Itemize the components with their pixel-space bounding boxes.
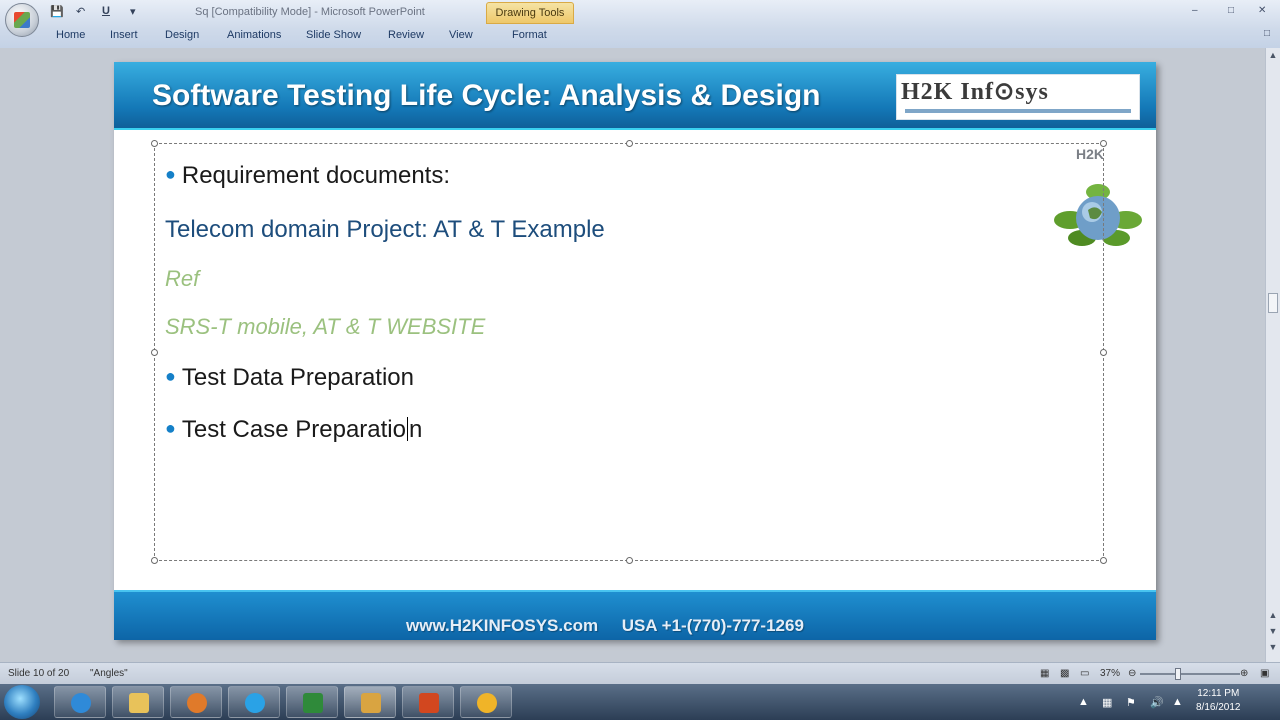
scroll-down-icon[interactable]: ▼ [1268,626,1278,636]
close-button[interactable]: ✕ [1258,5,1266,16]
scroll-up-icon[interactable]: ▲ [1268,610,1278,620]
resize-handle[interactable] [151,349,158,356]
maximize-button[interactable]: □ [1228,5,1234,16]
h2k-logo: H2K Inf⊙sys [896,74,1140,120]
skype-icon[interactable] [228,686,280,718]
excel-icon[interactable] [286,686,338,718]
file-explorer-icon[interactable] [112,686,164,718]
internet-explorer-icon[interactable] [54,686,106,718]
srs-line[interactable]: SRS-T mobile, AT & T WEBSITE [165,314,485,340]
fit-to-window-icon[interactable]: ▣ [1260,668,1269,679]
undo-icon[interactable]: ↶ [76,5,85,18]
ribbon-restore-icon[interactable]: □ [1264,28,1270,39]
tab-animations[interactable]: Animations [227,29,281,41]
flower-app-icon[interactable] [460,686,512,718]
tab-review[interactable]: Review [388,29,424,41]
flag-icon[interactable]: ⚑ [1126,696,1136,709]
clock-date: 8/16/2012 [1196,702,1241,713]
resize-handle[interactable] [626,140,633,147]
signal-icon[interactable]: ▲ [1172,696,1183,708]
tab-home[interactable]: Home [56,29,85,41]
logo-text: H2K Inf⊙sys [901,79,1049,105]
minimize-button[interactable]: – [1192,5,1198,16]
content-textbox[interactable]: ● Requirement documents: Telecom domain P… [151,140,1107,564]
show-hidden-icons[interactable]: ▲ [1078,696,1089,708]
logo-tagline-bar [905,109,1131,113]
resize-handle[interactable] [151,140,158,147]
footer-contact: www.H2KINFOSYS.com USA +1-(770)-777-1269 [406,616,804,635]
bullet-text: Test Data Preparation [181,364,414,391]
customize-icon[interactable]: ▾ [130,5,136,18]
bullet-icon: ● [165,366,176,386]
vertical-scrollbar[interactable]: ▲ ▲ ▼ ▼ [1265,48,1280,662]
tab-slide-show[interactable]: Slide Show [306,29,361,41]
bullet-test-case[interactable]: ● Test Case Preparatio n [165,416,422,444]
tab-format[interactable]: Format [512,29,547,41]
repeat-icon[interactable]: U [102,5,110,17]
clock-time: 12:11 PM [1197,688,1240,699]
system-clock[interactable]: 12:11 PM 8/16/2012 [1196,687,1241,715]
slide-footer-banner: www.H2KINFOSYS.com USA +1-(770)-777-1269 [114,590,1156,640]
zoom-level[interactable]: 37% [1100,668,1120,679]
resize-handle[interactable] [1100,349,1107,356]
next-slide-icon[interactable]: ▼ [1268,642,1278,652]
tab-design[interactable]: Design [165,29,199,41]
slideshow-view-icon[interactable]: ▭ [1080,668,1089,679]
tab-view[interactable]: View [449,29,473,41]
zoom-in-icon[interactable]: ⊕ [1240,668,1248,679]
title-bar: 💾 ↶ U ▾ Sq [Compatibility Mode] - Micros… [0,0,1280,48]
slide-indicator: Slide 10 of 20 [8,668,70,679]
ref-line[interactable]: Ref [165,266,199,292]
zoom-out-icon[interactable]: ⊖ [1128,668,1136,679]
theme-name: "Angles" [90,668,128,679]
bullet-text-tail: n [408,416,423,443]
drawing-tools-context-tab: Drawing Tools [486,2,574,24]
taskbar: ▲ ▦ ⚑ 🔊 ▲ 12:11 PM 8/16/2012 [0,684,1280,720]
tab-insert[interactable]: Insert [110,29,138,41]
bullet-requirement-documents[interactable]: ● Requirement documents: [165,162,450,190]
bullet-text: Test Case Preparatio [181,416,406,443]
powerpoint-icon[interactable] [402,686,454,718]
slide-canvas[interactable]: Software Testing Life Cycle: Analysis & … [114,62,1156,640]
save-icon[interactable]: 💾 [50,5,64,18]
paint-icon[interactable] [344,686,396,718]
bullet-text: Requirement documents: [181,162,451,189]
slide-title[interactable]: Software Testing Life Cycle: Analysis & … [152,79,821,113]
normal-view-icon[interactable]: ▦ [1040,668,1049,679]
bullet-test-data[interactable]: ● Test Data Preparation [165,364,414,392]
network-icon[interactable]: ▦ [1102,696,1112,709]
slide-sorter-icon[interactable]: ▩ [1060,668,1069,679]
telecom-project-line[interactable]: Telecom domain Project: AT & T Example [165,216,605,244]
bullet-icon: ● [165,164,176,184]
zoom-slider-knob[interactable] [1175,668,1181,680]
bullet-icon: ● [165,418,176,438]
text-cursor [406,417,408,441]
resize-handle[interactable] [1100,140,1107,147]
scroll-thumb[interactable] [1268,293,1278,313]
media-player-icon[interactable] [170,686,222,718]
slide-header-banner: Software Testing Life Cycle: Analysis & … [114,62,1156,130]
resize-handle[interactable] [626,557,633,564]
scroll-up-icon[interactable]: ▲ [1268,50,1278,60]
status-bar: Slide 10 of 20 "Angles" ▦ ▩ ▭ 37% ⊖ ⊕ ▣ [0,662,1280,685]
resize-handle[interactable] [1100,557,1107,564]
ribbon-tabs: Home Insert Design Animations Slide Show… [0,24,700,46]
resize-handle[interactable] [151,557,158,564]
zoom-slider[interactable] [1140,673,1240,675]
window-title: Sq [Compatibility Mode] - Microsoft Powe… [195,6,425,18]
volume-icon[interactable]: 🔊 [1150,696,1164,709]
start-button[interactable] [4,685,40,719]
